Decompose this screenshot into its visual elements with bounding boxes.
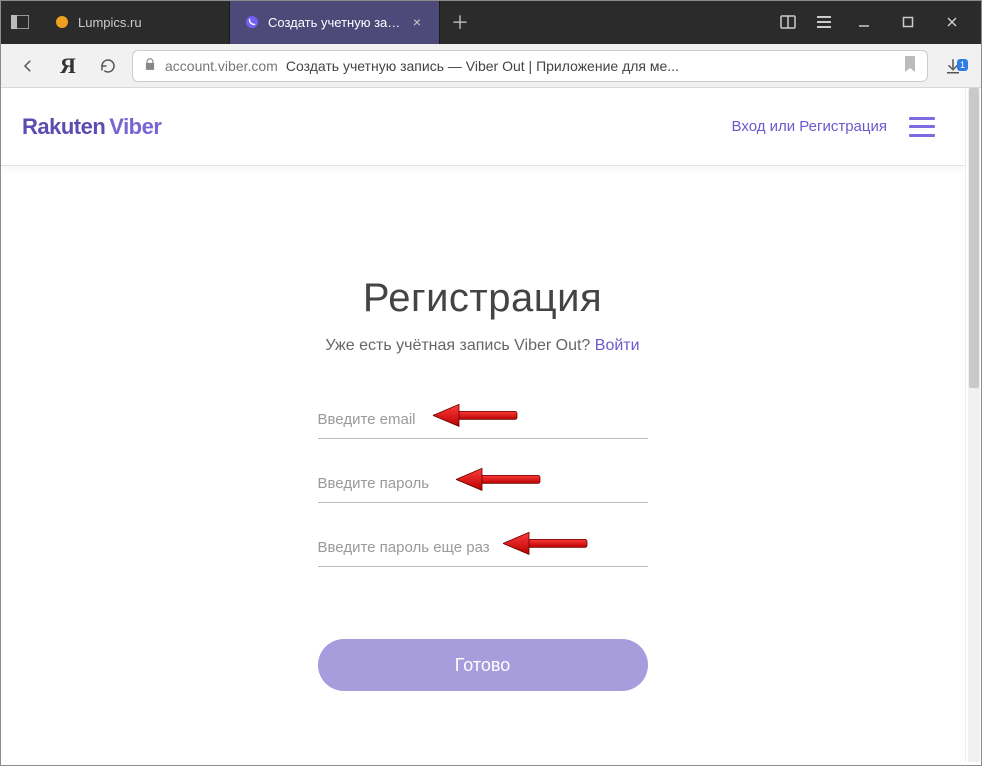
password-confirm-field-wrapper [318, 531, 648, 567]
tab-strip: Lumpics.ru Создать учетную запис… × [40, 0, 440, 44]
window-minimize-button[interactable] [842, 0, 886, 44]
email-field[interactable] [318, 403, 648, 439]
tab-viber-signup[interactable]: Создать учетную запис… × [230, 0, 440, 44]
page-title: Регистрация [363, 276, 602, 321]
downloads-button[interactable]: 1 [936, 57, 970, 75]
vertical-scrollbar[interactable] [968, 88, 980, 762]
address-bar: Я account.viber.com Создать учетную запи… [0, 44, 982, 88]
password-field[interactable] [318, 467, 648, 503]
tab-title: Lumpics.ru [78, 15, 215, 30]
signin-link[interactable]: Вход или Регистрация [732, 118, 887, 135]
page-content: Регистрация Уже есть учётная запись Vibe… [0, 166, 965, 691]
yandex-logo-icon[interactable]: Я [52, 53, 84, 79]
hamburger-menu-icon[interactable] [909, 117, 935, 137]
reload-button[interactable] [92, 50, 124, 82]
url-domain: account.viber.com [165, 58, 278, 74]
close-icon[interactable]: × [409, 14, 425, 30]
subtitle-text: Уже есть учётная запись Viber Out? [325, 337, 594, 354]
tab-title: Создать учетную запис… [268, 15, 401, 30]
window-close-button[interactable] [930, 0, 974, 44]
viber-icon [244, 14, 260, 30]
window-maximize-button[interactable] [886, 0, 930, 44]
page-viewport: Rakuten Viber Вход или Регистрация Регис… [0, 88, 966, 762]
scrollbar-thumb[interactable] [969, 88, 979, 388]
site-header: Rakuten Viber Вход или Регистрация [0, 88, 965, 166]
globe-icon [54, 14, 70, 30]
brand-part-rakuten: Rakuten [22, 114, 105, 140]
brand-part-viber: Viber [109, 114, 161, 140]
browser-title-bar: Lumpics.ru Создать учетную запис… × ＋ [0, 0, 982, 44]
tab-lumpics[interactable]: Lumpics.ru [40, 0, 230, 44]
url-field[interactable]: account.viber.com Создать учетную запись… [132, 50, 928, 82]
url-page-title: Создать учетную запись — Viber Out | При… [286, 58, 679, 74]
bookmark-icon[interactable] [903, 56, 917, 75]
reader-mode-icon[interactable] [770, 0, 806, 44]
email-field-wrapper [318, 403, 648, 439]
downloads-badge: 1 [957, 59, 968, 71]
password-field-wrapper [318, 467, 648, 503]
login-link[interactable]: Войти [595, 337, 640, 354]
signup-form: Готово [318, 403, 648, 691]
sidebar-toggle-icon[interactable] [0, 0, 40, 44]
back-button[interactable] [12, 50, 44, 82]
password-confirm-field[interactable] [318, 531, 648, 567]
menu-icon[interactable] [806, 0, 842, 44]
lock-icon [143, 57, 157, 74]
submit-button[interactable]: Готово [318, 639, 648, 691]
page-subtitle: Уже есть учётная запись Viber Out? Войти [325, 337, 639, 355]
brand-logo[interactable]: Rakuten Viber [22, 114, 161, 140]
new-tab-button[interactable]: ＋ [440, 0, 480, 44]
